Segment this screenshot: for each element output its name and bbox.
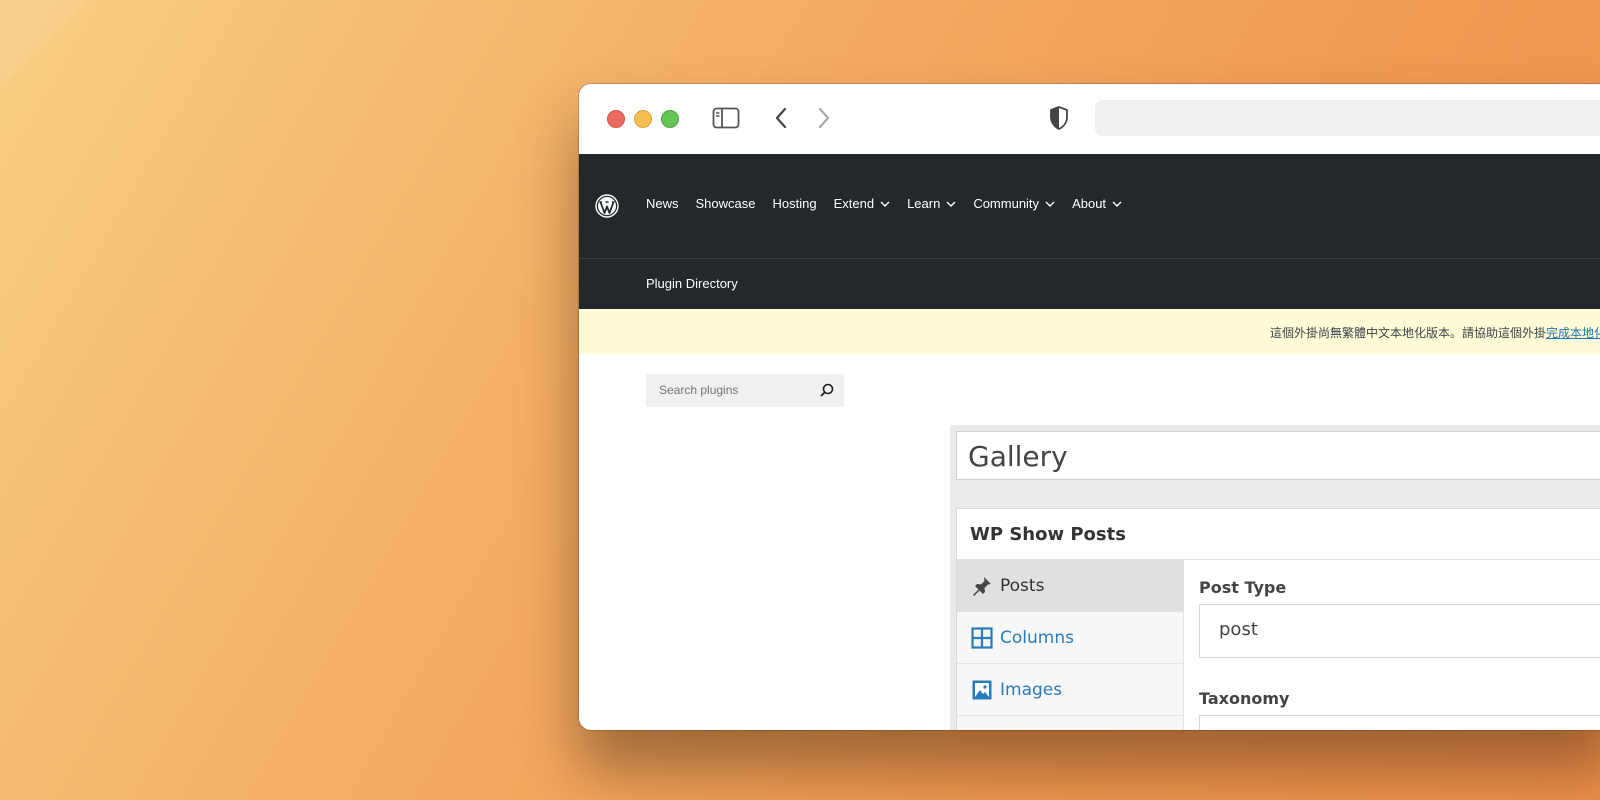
tab-columns: Columns bbox=[957, 612, 1183, 664]
search-icon[interactable] bbox=[819, 382, 835, 398]
metabox-header: WP Show Posts bbox=[957, 509, 1600, 560]
back-arrow-icon[interactable] bbox=[772, 104, 790, 132]
metabox-tabs: Posts Columns Images bbox=[957, 560, 1184, 730]
nav-item-learn[interactable]: Learn bbox=[907, 196, 956, 211]
pushpin-icon bbox=[970, 574, 994, 598]
plugin-screenshot[interactable]: Gallery WP Show Posts Posts Columns Imag… bbox=[950, 425, 1600, 730]
minimize-window-button[interactable] bbox=[634, 110, 652, 128]
forward-arrow-icon[interactable] bbox=[815, 104, 833, 132]
taxonomy-label: Taxonomy bbox=[1199, 689, 1290, 708]
wordpress-global-nav: News Showcase Hosting Extend Learn Commu… bbox=[579, 154, 1600, 258]
sidebar-toggle-icon[interactable] bbox=[711, 104, 741, 132]
post-type-select: post bbox=[1199, 604, 1600, 658]
title-field-value: Gallery bbox=[968, 440, 1068, 473]
columns-grid-icon bbox=[970, 626, 994, 650]
nav-item-about[interactable]: About bbox=[1072, 196, 1122, 211]
translation-notice: 這個外掛尚無繁體中文本地化版本。請協助這個外掛完成本地化 bbox=[579, 309, 1600, 354]
title-field: Gallery bbox=[956, 431, 1600, 480]
tab-images: Images bbox=[957, 664, 1183, 716]
taxonomy-select bbox=[1199, 715, 1600, 730]
wp-show-posts-metabox: WP Show Posts Posts Columns Images Post … bbox=[956, 508, 1600, 730]
shield-icon[interactable] bbox=[1047, 104, 1071, 132]
nav-menu: News Showcase Hosting Extend Learn Commu… bbox=[646, 196, 1139, 211]
search-input[interactable] bbox=[659, 383, 809, 397]
nav-item-hosting[interactable]: Hosting bbox=[773, 196, 817, 211]
post-type-value: post bbox=[1219, 619, 1258, 640]
plugin-directory-link[interactable]: Plugin Directory bbox=[646, 276, 738, 291]
nav-item-label: Community bbox=[973, 196, 1040, 211]
nav-item-label: Hosting bbox=[772, 196, 817, 211]
address-bar[interactable] bbox=[1095, 100, 1600, 136]
chevron-down-icon bbox=[946, 201, 956, 207]
zoom-window-button[interactable] bbox=[661, 110, 679, 128]
tab-label: Images bbox=[1000, 679, 1063, 700]
nav-item-label: Showcase bbox=[695, 196, 756, 211]
plugin-directory-bar: Plugin Directory bbox=[579, 259, 1600, 309]
nav-item-label: News bbox=[646, 196, 679, 211]
chevron-down-icon bbox=[1045, 201, 1055, 207]
tab-label: Posts bbox=[1000, 575, 1045, 596]
nav-item-community[interactable]: Community bbox=[973, 196, 1055, 211]
post-type-label: Post Type bbox=[1199, 578, 1287, 597]
notice-text: 這個外掛尚無繁體中文本地化版本。請協助這個外掛完成本地化 bbox=[1270, 324, 1600, 341]
tab-label: Columns bbox=[1000, 627, 1074, 648]
chevron-down-icon bbox=[880, 201, 890, 207]
wordpress-logo-icon[interactable] bbox=[595, 194, 619, 218]
browser-toolbar bbox=[579, 84, 1600, 154]
chevron-down-icon bbox=[1112, 201, 1122, 207]
nav-item-label: Extend bbox=[833, 196, 875, 211]
notice-message: 這個外掛尚無繁體中文本地化版本。請協助這個外掛 bbox=[1270, 326, 1547, 340]
nav-item-label: About bbox=[1072, 196, 1107, 211]
image-icon bbox=[970, 678, 994, 702]
tab-posts: Posts bbox=[957, 560, 1183, 612]
nav-item-label: Learn bbox=[907, 196, 941, 211]
plugin-search bbox=[646, 374, 844, 407]
browser-window: News Showcase Hosting Extend Learn Commu… bbox=[579, 84, 1600, 730]
background-pattern bbox=[0, 0, 90, 90]
metabox-title: WP Show Posts bbox=[970, 524, 1126, 545]
nav-item-showcase[interactable]: Showcase bbox=[696, 196, 756, 211]
close-window-button[interactable] bbox=[607, 110, 625, 128]
nav-item-news[interactable]: News bbox=[646, 196, 679, 211]
notice-link[interactable]: 完成本地化 bbox=[1546, 326, 1600, 340]
nav-item-extend[interactable]: Extend bbox=[834, 196, 890, 211]
